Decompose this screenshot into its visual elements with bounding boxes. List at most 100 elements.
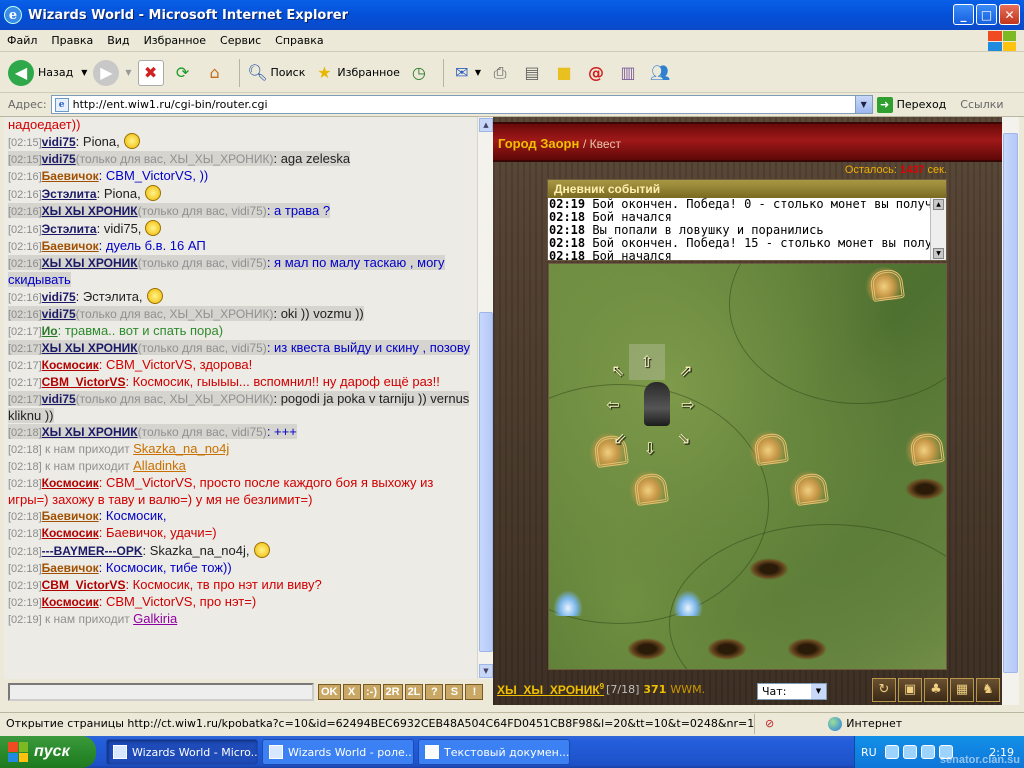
search-button[interactable]: 🔍︎ Поиск xyxy=(245,60,305,86)
chat-nick[interactable]: Космосик xyxy=(42,526,99,540)
taskbar-item[interactable]: Текстовый докумен... xyxy=(418,739,570,765)
edit-button[interactable]: ▤ xyxy=(519,60,545,86)
move-down-arrow-icon[interactable]: ⇩ xyxy=(641,440,659,458)
chat-nick[interactable]: vidi75 xyxy=(42,290,76,304)
move-downleft-arrow-icon[interactable]: ⇙ xyxy=(611,430,629,448)
chat-user-link[interactable]: Galkiria xyxy=(133,611,177,626)
page-scroll-thumb[interactable] xyxy=(1003,133,1018,673)
potion-icon[interactable]: ♣ xyxy=(924,678,948,702)
menu-tools[interactable]: Сервис xyxy=(213,34,268,47)
back-dropdown-icon[interactable]: ▼ xyxy=(81,68,87,77)
dead-tree-obstacle[interactable] xyxy=(865,266,903,300)
chat-nick[interactable]: Баевичок xyxy=(42,169,99,183)
book-icon[interactable]: ▦ xyxy=(950,678,974,702)
chat-nick[interactable]: Космосик xyxy=(42,476,99,490)
links-label[interactable]: Ссылки xyxy=(960,98,1003,111)
menu-view[interactable]: Вид xyxy=(100,34,136,47)
back-button[interactable]: ◀ Назад ▼ xyxy=(8,59,87,86)
taskbar-item[interactable]: Wizards World - Micro... xyxy=(106,739,258,765)
home-button[interactable]: ⌂ xyxy=(202,60,228,86)
player-name[interactable]: ХЫ_ХЫ_ХРОНИК9 xyxy=(497,682,604,697)
window-titlebar[interactable]: e Wizards World - Microsoft Internet Exp… xyxy=(0,0,1024,30)
chat-s-button[interactable]: S xyxy=(445,684,464,700)
chat-nick[interactable]: Космосик xyxy=(42,358,99,372)
diary-scroll-down-icon[interactable]: ▼ xyxy=(933,248,944,259)
print-button[interactable]: ⎙ xyxy=(487,60,513,86)
chat-mode-select[interactable]: Чат: ▼ xyxy=(757,683,827,700)
city-name[interactable]: Город Заорн xyxy=(498,136,579,151)
chat-nick[interactable]: Баевичок xyxy=(42,509,99,523)
favorites-button[interactable]: ★ Избранное xyxy=(311,60,400,86)
scroll-down-icon[interactable]: ▼ xyxy=(479,664,493,678)
taskbar-item[interactable]: Wizards World - роле... xyxy=(262,739,414,765)
messenger-button[interactable]: 👥︎ xyxy=(647,60,673,86)
chat-nick[interactable]: ---BAYMER---OPK xyxy=(42,544,143,558)
chat-2r-button[interactable]: 2R xyxy=(382,684,403,700)
move-upright-arrow-icon[interactable]: ⇗ xyxy=(677,362,695,380)
chat-nick[interactable]: Космосик xyxy=(42,595,99,609)
address-input[interactable]: e http://ent.wiw1.ru/cgi-bin/router.cgi … xyxy=(50,95,873,114)
go-button[interactable]: ➜ Переход xyxy=(876,96,946,113)
discuss-button[interactable]: ■ xyxy=(551,60,577,86)
chat-clear-button[interactable]: X xyxy=(342,684,361,700)
move-left-arrow-icon[interactable]: ⇦ xyxy=(604,396,622,414)
refresh-button[interactable]: ⟳ xyxy=(170,60,196,86)
chat-smiles-button[interactable]: :-) xyxy=(362,684,381,700)
dead-tree-obstacle[interactable] xyxy=(905,430,943,464)
chat-2l-button[interactable]: 2L xyxy=(404,684,424,700)
messenger-at-button[interactable]: @ xyxy=(583,60,609,86)
chat-nick[interactable]: Баевичок xyxy=(42,239,99,253)
exit-figure-icon[interactable]: ♞ xyxy=(976,678,1000,702)
dead-tree-obstacle[interactable] xyxy=(629,470,667,504)
chat-nick[interactable]: Ио xyxy=(42,324,58,338)
pit-trap[interactable] xyxy=(787,638,827,660)
mail-button[interactable]: ✉ ▼ xyxy=(449,60,481,86)
start-button[interactable]: пуск xyxy=(0,736,96,768)
stop-button[interactable]: ✖ xyxy=(137,59,164,86)
chat-scroll-thumb[interactable] xyxy=(479,312,493,652)
chat-nick[interactable]: ХЫ ХЫ ХРОНИК xyxy=(42,425,138,439)
tray-icon[interactable] xyxy=(902,745,917,759)
tray-icon[interactable] xyxy=(884,745,899,759)
chat-message-input[interactable] xyxy=(8,683,314,701)
diary-scroll-up-icon[interactable]: ▲ xyxy=(933,199,944,210)
chat-nick[interactable]: CBM_VictorVS xyxy=(42,578,126,592)
chat-nick[interactable]: vidi75 xyxy=(42,135,76,149)
pit-trap[interactable] xyxy=(905,478,945,500)
chat-nick[interactable]: vidi75 xyxy=(42,392,76,406)
inventory-icon[interactable]: ▣ xyxy=(898,678,922,702)
menu-edit[interactable]: Правка xyxy=(44,34,100,47)
forward-dropdown-icon[interactable]: ▼ xyxy=(125,68,131,77)
move-right-arrow-icon[interactable]: ⇨ xyxy=(679,396,697,414)
quest-map[interactable]: ⇧ ⇖ ⇗ ⇦ ⇨ ⇙ ⇩ ⇘ xyxy=(548,263,947,670)
scroll-up-icon[interactable]: ▲ xyxy=(479,118,493,132)
pit-trap[interactable] xyxy=(749,558,789,580)
diary-scrollbar[interactable]: ▲ ▼ xyxy=(930,198,946,260)
mail-dropdown-icon[interactable]: ▼ xyxy=(475,68,481,77)
move-upleft-arrow-icon[interactable]: ⇖ xyxy=(609,362,627,380)
privacy-icon[interactable]: ⊘ xyxy=(765,717,774,730)
research-button[interactable]: ▥ xyxy=(615,60,641,86)
pit-trap[interactable] xyxy=(707,638,747,660)
chat-scrollbar[interactable]: ▲ ▼ xyxy=(477,117,493,679)
chat-nick[interactable]: vidi75 xyxy=(42,307,76,321)
chat-nick[interactable]: ХЫ ХЫ ХРОНИК xyxy=(42,204,138,218)
menu-help[interactable]: Справка xyxy=(268,34,330,47)
fountain[interactable] xyxy=(553,590,583,616)
chat-help-button[interactable]: ? xyxy=(425,684,444,700)
address-dropdown-icon[interactable]: ▼ xyxy=(854,96,872,113)
dead-tree-obstacle[interactable] xyxy=(749,430,787,464)
dead-tree-obstacle[interactable] xyxy=(789,470,827,504)
pit-trap[interactable] xyxy=(627,638,667,660)
maximize-button[interactable]: □ xyxy=(976,4,997,25)
menu-favorites[interactable]: Избранное xyxy=(137,34,213,47)
chat-user-link[interactable]: Skazka_na_no4j xyxy=(133,441,229,456)
chat-ok-button[interactable]: OK xyxy=(318,684,341,700)
chat-user-link[interactable]: Alladinka xyxy=(133,458,186,473)
fountain[interactable] xyxy=(673,590,703,616)
chat-nick[interactable]: CBM_VictorVS xyxy=(42,375,126,389)
close-button[interactable]: ✕ xyxy=(999,4,1020,25)
chat-nick[interactable]: ХЫ ХЫ ХРОНИК xyxy=(42,341,138,355)
history-button[interactable]: ◷ xyxy=(406,60,432,86)
select-dropdown-icon[interactable]: ▼ xyxy=(811,684,826,699)
